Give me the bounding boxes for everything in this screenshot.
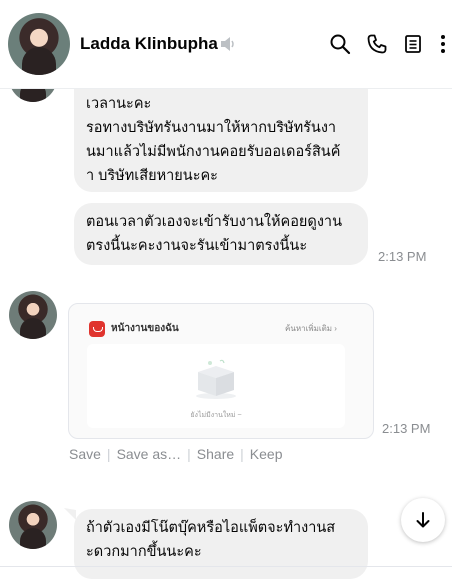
- contact-avatar[interactable]: [8, 13, 70, 75]
- message-line: ตอนเวลาตัวเองจะเข้ารับงานให้คอยดูงาน: [86, 214, 342, 230]
- message-line: ะดวกมากขึ้นนะคะ: [86, 544, 202, 560]
- contact-avatar-small[interactable]: [9, 501, 57, 549]
- notes-icon[interactable]: [402, 33, 424, 55]
- keep-link[interactable]: Keep: [250, 446, 283, 462]
- chat-header: Ladda Klinbupha: [0, 0, 452, 89]
- empty-box-icon: [196, 359, 236, 399]
- message-bubble[interactable]: ถ้าตัวเองมีโน๊ตบุ๊คหรือไอแพ็ตจะทำงานส ะด…: [74, 509, 368, 579]
- separator: |: [240, 446, 244, 462]
- bubble-tail: [64, 508, 76, 520]
- separator: |: [187, 446, 191, 462]
- app-logo-icon: [89, 321, 105, 337]
- more-icon[interactable]: [436, 33, 450, 55]
- mute-icon: [221, 37, 234, 51]
- message-timestamp: 2:13 PM: [382, 421, 431, 436]
- phone-icon[interactable]: [366, 33, 388, 55]
- divider: [0, 566, 452, 567]
- card-empty-state: ยังไม่มีงานใหม่ ~: [87, 344, 345, 428]
- card-link: ค้นหาเพิ่มเติม ›: [285, 324, 337, 333]
- search-icon[interactable]: [329, 33, 351, 55]
- message-bubble[interactable]: ตอนเวลาตัวเองจะเข้ารับงานให้คอยดูงาน ตรง…: [74, 203, 368, 265]
- separator: |: [106, 446, 111, 462]
- message-line: ถ้าตัวเองมีโน๊ตบุ๊คหรือไอแพ็ตจะทำงานส: [86, 520, 336, 536]
- scroll-down-button[interactable]: [401, 498, 445, 542]
- message-line: ตรงนี้นะคะงานจะรันเข้ามาตรงนี้นะ: [86, 238, 308, 254]
- message-timestamp: 2:13 PM: [378, 249, 427, 264]
- save-link[interactable]: Save: [69, 446, 101, 462]
- message-line: นมาแล้วไม่มีพนักงานคอยรับออเดอร์สินค้: [86, 144, 341, 160]
- save-as-link[interactable]: Save as…: [117, 446, 182, 462]
- message-line: รอทางบริษัทรันงานมาให้หากบริษัทรันงา: [86, 120, 337, 136]
- arrow-down-icon: [416, 512, 430, 528]
- message-line: า บริษัทเสียหายนะคะ: [86, 168, 218, 184]
- attachment-actions: Save | Save as… | Share | Keep: [69, 446, 283, 462]
- shared-image-card[interactable]: หน้างานของฉัน ค้นหาเพิ่มเติม › ยังไม่มีง…: [68, 303, 374, 439]
- contact-name[interactable]: Ladda Klinbupha: [80, 34, 218, 54]
- contact-avatar-small[interactable]: [9, 291, 57, 339]
- card-empty-text: ยังไม่มีงานใหม่ ~: [190, 412, 242, 419]
- message-line: เวลานะคะ: [86, 96, 152, 112]
- share-link[interactable]: Share: [197, 446, 234, 462]
- card-title: หน้างานของฉัน: [111, 323, 179, 334]
